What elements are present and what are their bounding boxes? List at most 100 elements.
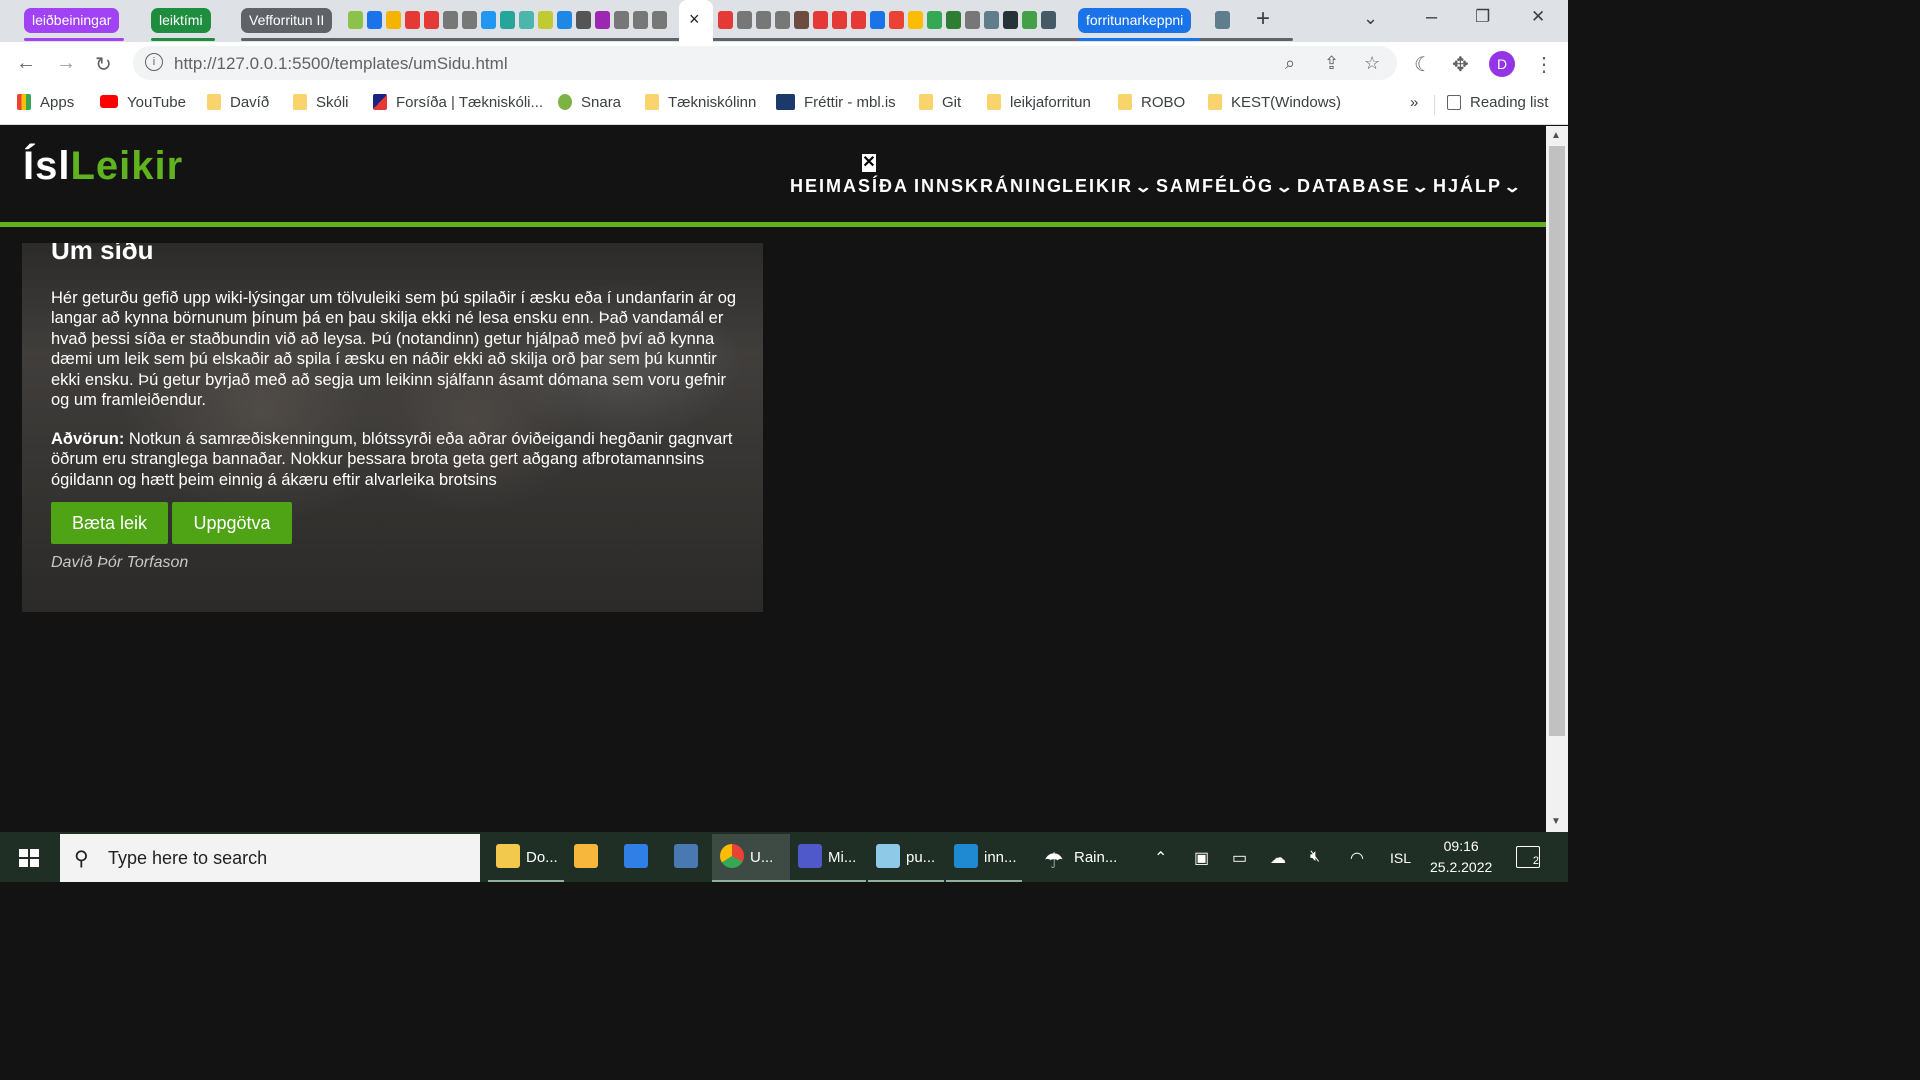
tab-group-leidbeiningar[interactable]: leiðbeiningar — [24, 8, 120, 33]
nav-close-icon[interactable]: ✕ — [862, 154, 876, 172]
bookmark-tskoli[interactable]: Forsíða | Tækniskóli... — [373, 94, 543, 111]
tab-favicon[interactable] — [870, 11, 885, 29]
tab-favicon[interactable] — [500, 11, 515, 29]
tab-favicon[interactable] — [889, 11, 904, 29]
tab-favicon[interactable] — [737, 11, 752, 29]
tab-favicon[interactable] — [462, 11, 477, 29]
tab-favicon[interactable] — [1022, 11, 1037, 29]
tab-favicon[interactable] — [519, 11, 534, 29]
star-icon[interactable]: ☆ — [1364, 53, 1380, 74]
windows-start-icon[interactable] — [19, 849, 39, 867]
nav-hjalp[interactable]: HJÁLP⌄ — [1433, 176, 1522, 197]
tab-group-forritunarkeppni[interactable]: forritunarkeppni — [1078, 8, 1192, 33]
tab-favicon[interactable] — [718, 11, 733, 29]
new-tab-button[interactable]: + — [1256, 5, 1270, 33]
address-bar[interactable]: i http://127.0.0.1:5500/templates/umSidu… — [133, 46, 1397, 80]
scrollbar-thumb[interactable] — [1549, 146, 1565, 736]
taskbar-app-file-explorer[interactable]: Do... — [488, 834, 564, 882]
notification-center-icon[interactable]: 2 — [1516, 846, 1540, 868]
tab-favicon[interactable] — [794, 11, 809, 29]
tab-favicon[interactable] — [851, 11, 866, 29]
tab-favicon[interactable] — [348, 11, 363, 29]
profile-avatar[interactable]: D — [1489, 51, 1515, 77]
tab-favicon[interactable] — [443, 11, 458, 29]
bookmark-skoli[interactable]: Skóli — [293, 94, 349, 111]
bookmark-kest[interactable]: KEST(Windows) — [1208, 94, 1341, 111]
nav-samfelog[interactable]: SAMFÉLÖG⌄ — [1156, 176, 1294, 197]
bookmark-leikjaforritun[interactable]: leikjaforritun — [987, 94, 1091, 111]
bookmark-taekniskolinn[interactable]: Tækniskólinn — [645, 94, 756, 111]
add-game-button[interactable]: Bæta leik — [51, 502, 168, 544]
tab-favicon[interactable] — [756, 11, 771, 29]
forward-icon[interactable]: → — [56, 52, 76, 75]
tab-favicon[interactable] — [633, 11, 648, 29]
menu-icon[interactable]: ⋮ — [1534, 52, 1554, 77]
discover-button[interactable]: Uppgötva — [172, 502, 292, 544]
nav-heimasida[interactable]: HEIMASÍÐA — [790, 176, 909, 197]
tab-favicon[interactable] — [595, 11, 610, 29]
tab-favicon[interactable] — [965, 11, 980, 29]
tab-favicon[interactable] — [1215, 11, 1230, 29]
nav-leikir[interactable]: LEIKIR⌄ — [1062, 176, 1153, 197]
tray-overflow-icon[interactable]: ⌃ — [1154, 848, 1167, 868]
tab-favicon[interactable] — [405, 11, 420, 29]
tab-favicon[interactable] — [481, 11, 496, 29]
tab-favicon[interactable] — [984, 11, 999, 29]
tab-favicon[interactable] — [367, 11, 382, 29]
taskbar-app-teams[interactable]: Mi... — [790, 834, 866, 882]
minimize-button[interactable]: – — [1426, 6, 1437, 29]
zoom-icon[interactable]: ⌕ — [1285, 53, 1295, 74]
tab-favicon[interactable] — [832, 11, 847, 29]
tab-favicon[interactable] — [614, 11, 629, 29]
battery-icon[interactable]: ▭ — [1232, 848, 1247, 868]
tab-favicon[interactable] — [1003, 11, 1018, 29]
reading-list-button[interactable]: Reading list — [1447, 94, 1548, 111]
tab-favicon[interactable] — [813, 11, 828, 29]
meet-now-icon[interactable]: ▣ — [1194, 848, 1209, 868]
page-scrollbar[interactable]: ▲ ▼ — [1546, 126, 1568, 832]
tab-favicon[interactable] — [538, 11, 553, 29]
tab-favicon[interactable] — [557, 11, 572, 29]
nav-innskraning[interactable]: INNSKRÁNING — [914, 176, 1063, 197]
tab-favicon[interactable] — [424, 11, 439, 29]
wifi-icon[interactable]: ◠ — [1350, 848, 1364, 868]
bookmark-git[interactable]: Git — [919, 94, 961, 111]
bookmarks-overflow-button[interactable]: » — [1410, 94, 1418, 111]
close-window-button[interactable]: ✕ — [1531, 7, 1545, 27]
taskbar-app-vscode[interactable]: inn... — [946, 834, 1022, 882]
scroll-down-icon[interactable]: ▼ — [1551, 816, 1561, 827]
bookmark-snara[interactable]: Snara — [558, 94, 621, 111]
tab-group-leiktimi[interactable]: leiktími — [151, 8, 211, 33]
back-icon[interactable]: ← — [16, 52, 36, 75]
tab-favicon[interactable] — [576, 11, 591, 29]
bookmark-robo[interactable]: ROBO — [1118, 94, 1185, 111]
input-language[interactable]: ISL — [1390, 850, 1411, 866]
taskbar-app-notepad[interactable]: pu... — [868, 834, 944, 882]
restore-button[interactable]: ❐ — [1475, 7, 1490, 27]
tab-favicon[interactable] — [946, 11, 961, 29]
tab-favicon[interactable] — [386, 11, 401, 29]
share-icon[interactable]: ⇪ — [1324, 53, 1339, 74]
tab-favicon[interactable] — [908, 11, 923, 29]
tab-favicon[interactable] — [1041, 11, 1056, 29]
site-info-icon[interactable]: i — [145, 53, 163, 71]
puzzle-icon[interactable]: ✥ — [1452, 52, 1469, 77]
tab-search-icon[interactable]: ⌄ — [1363, 8, 1378, 29]
taskbar-clock[interactable]: 09:16 25.2.2022 — [1430, 836, 1492, 878]
volume-muted-icon[interactable]: 🔇︎ — [1310, 848, 1320, 866]
tab-favicon[interactable] — [927, 11, 942, 29]
nav-database[interactable]: DATABASE⌄ — [1297, 176, 1430, 197]
url-text[interactable]: http://127.0.0.1:5500/templates/umSidu.h… — [174, 54, 508, 74]
bookmark-david[interactable]: Davíð — [207, 94, 269, 111]
taskbar-app-chrome[interactable]: U... — [712, 834, 790, 882]
site-logo[interactable]: ÍslLeikir — [23, 144, 183, 189]
scroll-up-icon[interactable]: ▲ — [1551, 130, 1561, 141]
tab-favicon[interactable] — [775, 11, 790, 29]
active-tab[interactable]: × — [679, 0, 713, 42]
tab-favicon[interactable] — [652, 11, 667, 29]
extension-icon[interactable]: ☾ — [1414, 52, 1432, 77]
tab-group-vefforritun[interactable]: Vefforritun II — [241, 8, 333, 33]
bookmark-youtube[interactable]: YouTube — [100, 94, 186, 111]
taskbar-search[interactable]: ⚲ Type here to search — [60, 834, 480, 882]
bookmark-apps[interactable]: Apps — [17, 94, 74, 111]
